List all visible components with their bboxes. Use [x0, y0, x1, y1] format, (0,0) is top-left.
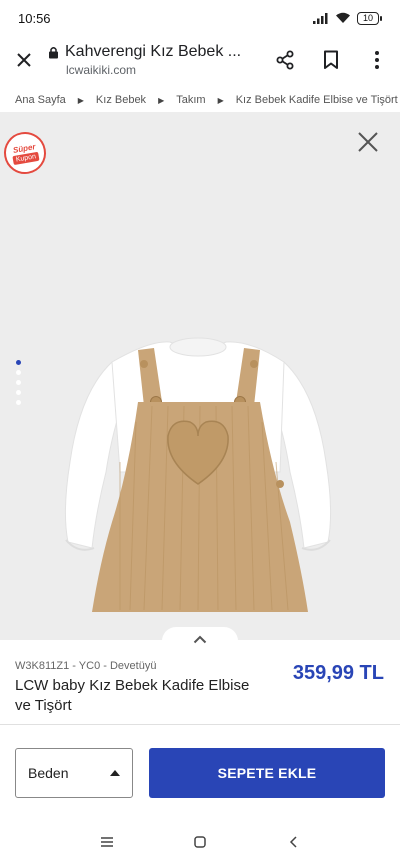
home-square-icon	[194, 836, 206, 848]
gallery-dot[interactable]	[16, 360, 21, 365]
back-button[interactable]	[273, 822, 313, 862]
breadcrumb-item-home[interactable]: Ana Sayfa	[15, 94, 66, 106]
gallery-dot[interactable]	[16, 400, 21, 405]
breadcrumb-item-set[interactable]: Takım	[176, 94, 205, 106]
browser-toolbar: Kahverengi Kız Bebek ... lcwaikiki.com	[0, 36, 400, 84]
share-icon	[276, 50, 294, 70]
close-icon	[358, 132, 378, 152]
battery-icon: 10	[356, 11, 382, 25]
super-coupon-badge: Süper Kupon	[0, 128, 50, 178]
product-photo	[64, 337, 332, 612]
add-to-cart-button[interactable]: SEPETE EKLE	[149, 748, 385, 798]
close-icon	[17, 53, 31, 67]
gallery-dot[interactable]	[16, 390, 21, 395]
system-navigation-bar	[0, 818, 400, 866]
breadcrumb-item-current: Kız Bebek Kadife Elbise ve Tişört	[235, 94, 398, 106]
page-title: Kahverengi Kız Bebek ...	[65, 43, 242, 60]
page-domain: lcwaikiki.com	[66, 63, 137, 77]
close-gallery-button[interactable]	[354, 128, 382, 156]
size-select[interactable]: Beden	[15, 748, 133, 798]
gallery-pagination	[16, 360, 21, 405]
close-tab-button[interactable]	[0, 36, 48, 84]
size-select-label: Beden	[28, 765, 69, 781]
breadcrumb-separator-icon: ▶	[158, 95, 165, 105]
breadcrumb-item-baby-girl[interactable]: Kız Bebek	[96, 94, 146, 106]
bookmark-icon	[324, 50, 338, 69]
recent-apps-button[interactable]	[87, 822, 127, 862]
gallery-dot[interactable]	[16, 370, 21, 375]
status-bar: 10:56 10	[0, 0, 400, 36]
product-image-gallery[interactable]: Süper Kupon	[0, 112, 400, 640]
chevron-up-icon	[193, 635, 207, 643]
signal-icon	[312, 13, 328, 24]
status-icons: 10	[312, 11, 382, 25]
menu-icon	[100, 837, 113, 847]
battery-level: 10	[356, 11, 379, 25]
breadcrumb-separator-icon: ▶	[217, 95, 224, 105]
wifi-icon	[335, 12, 350, 23]
lock-icon	[49, 46, 58, 58]
more-options-button[interactable]	[354, 36, 400, 84]
caret-up-icon	[110, 770, 120, 776]
back-arrow-icon	[290, 836, 297, 848]
breadcrumb-separator-icon: ▶	[77, 95, 84, 105]
product-name: LCW baby Kız Bebek Kadife Elbise ve Tişö…	[15, 677, 250, 714]
address-bar[interactable]: Kahverengi Kız Bebek ... lcwaikiki.com	[48, 43, 262, 77]
expand-details-button[interactable]	[162, 627, 238, 651]
gallery-dot[interactable]	[16, 380, 21, 385]
home-button[interactable]	[180, 822, 220, 862]
share-button[interactable]	[262, 36, 308, 84]
status-time: 10:56	[18, 10, 51, 26]
product-code: W3K811Z1 - YC0 - Devetüyü	[15, 660, 157, 672]
bookmark-button[interactable]	[308, 36, 354, 84]
product-price: 359,99 TL	[292, 662, 384, 684]
more-vertical-icon	[375, 51, 379, 69]
breadcrumb: Ana Sayfa ▶ Kız Bebek ▶ Takım ▶ Kız Bebe…	[0, 88, 400, 112]
divider	[0, 724, 400, 725]
